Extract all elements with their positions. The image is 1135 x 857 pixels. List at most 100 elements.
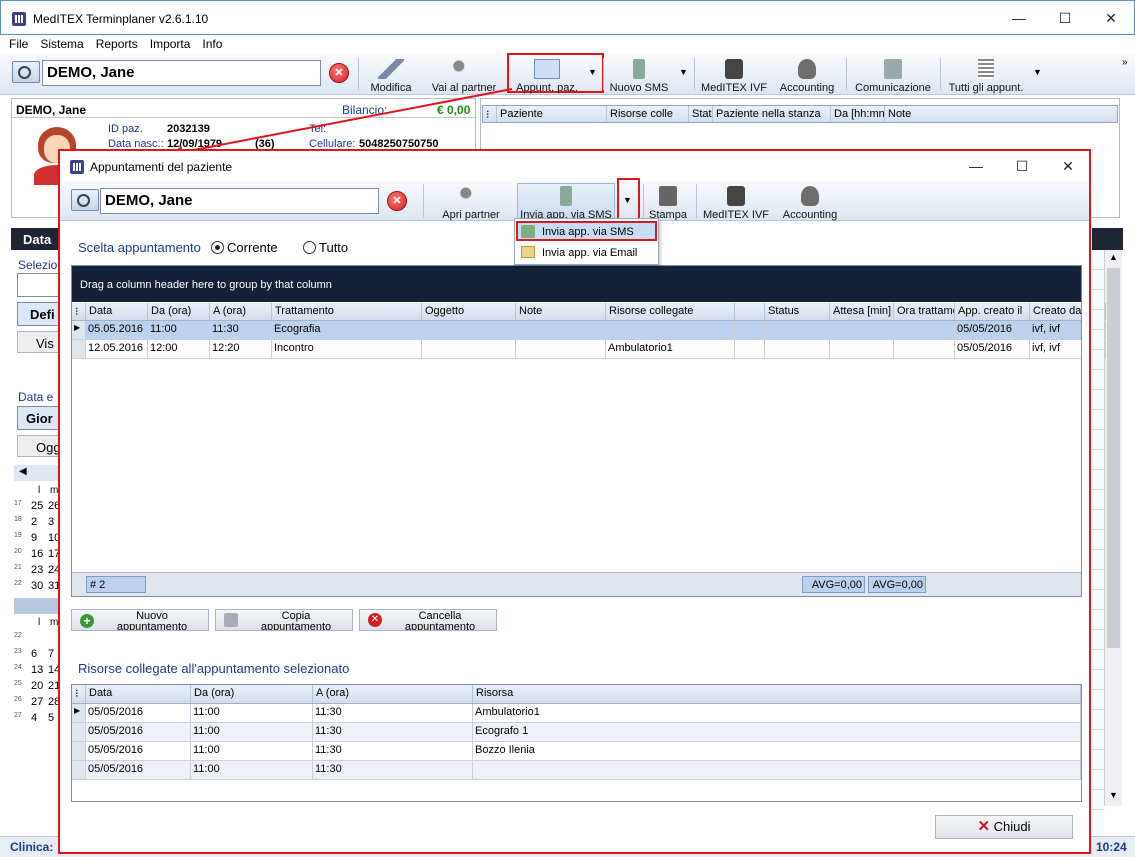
col-header[interactable]: Note [516, 303, 606, 320]
col-header[interactable]: Creato da [1030, 303, 1106, 320]
stampa-button[interactable]: Stampa [646, 186, 690, 221]
calendar-day[interactable]: 27 [31, 696, 43, 708]
radio-corrente[interactable] [211, 241, 224, 254]
scroll-thumb[interactable] [1107, 268, 1120, 648]
calendar-day[interactable]: 25 [31, 500, 43, 512]
resource-row[interactable]: ▶ 05/05/2016 11:00 11:30 Ambulatorio1 [72, 704, 1081, 723]
menu-reports[interactable]: Reports [91, 35, 143, 53]
nuovo-appuntamento-button[interactable]: + Nuovo appuntamento [71, 609, 209, 631]
col-note[interactable]: Note [885, 106, 1119, 122]
dialog-clear-icon[interactable]: ✕ [387, 191, 407, 211]
menu-item-invia-sms[interactable]: Invia app. via SMS [516, 221, 657, 241]
calendar-day[interactable]: 5 [48, 712, 54, 724]
col-header[interactable]: Attesa [min] [830, 303, 894, 320]
vis-button[interactable]: Vis [17, 331, 59, 353]
res-col-header[interactable]: Data [86, 685, 191, 703]
close-button[interactable]: ✕ [1088, 1, 1134, 35]
dialog-close-button[interactable]: ✕ [1045, 149, 1091, 183]
col-header[interactable]: Risorse collegate [606, 303, 735, 320]
menu-info[interactable]: Info [197, 35, 227, 53]
calendar-day[interactable]: 9 [31, 532, 37, 544]
col-header[interactable]: Data [86, 303, 148, 320]
vai-partner-button[interactable]: Vai al partner [428, 59, 500, 94]
res-col-header[interactable]: Risorsa [473, 685, 1081, 703]
table-row[interactable]: 12.05.2016 12:00 12:20 Incontro Ambulatorio1… [72, 340, 1106, 359]
menu-importa[interactable]: Importa [145, 35, 196, 53]
selezione-field[interactable] [17, 273, 59, 297]
minimize-button[interactable]: — [996, 1, 1042, 35]
radio-tutto[interactable] [303, 241, 316, 254]
tutti-appunt-button[interactable]: Tutti gli appunt. [946, 59, 1026, 94]
col-paziente-stanza[interactable]: Paziente nella stanza [713, 106, 831, 122]
toolbar-overflow-icon[interactable]: » [1122, 57, 1128, 68]
modifica-button[interactable]: Modifica [366, 59, 416, 94]
col-risorse[interactable]: Risorse colle [607, 106, 689, 122]
appunt-paz-button[interactable]: Appunt. paz. [512, 59, 582, 94]
col-header[interactable] [735, 303, 765, 320]
calendar-day[interactable]: 23 [31, 564, 43, 576]
sms-dropdown-arrow-icon[interactable]: ▼ [679, 67, 688, 77]
calendar-day[interactable]: 16 [31, 548, 43, 560]
dialog-patient-field[interactable]: DEMO, Jane [100, 188, 379, 214]
scroll-up-icon[interactable]: ▲ [1109, 252, 1118, 262]
scroll-down-icon[interactable]: ▼ [1109, 790, 1118, 800]
resource-row[interactable]: 05/05/2016 11:00 11:30 [72, 761, 1081, 780]
res-col-header[interactable]: A (ora) [313, 685, 473, 703]
col-paziente[interactable]: Paziente [497, 106, 607, 122]
calendar-day[interactable]: 7 [48, 648, 54, 660]
calendar-day[interactable]: 20 [31, 680, 43, 692]
maximize-button[interactable]: ☐ [1042, 1, 1088, 35]
invia-sms-button[interactable]: Invia app. via SMS [519, 186, 613, 221]
apri-partner-button[interactable]: Apri partner [436, 186, 506, 221]
invia-dropdown-arrow-icon[interactable]: ▼ [623, 195, 632, 205]
col-header[interactable]: App. creato il [955, 303, 1030, 320]
grid-menu-icon[interactable]: ⁝ [72, 303, 86, 320]
corrente-label[interactable]: Corrente [227, 240, 278, 255]
dialog-accounting-button[interactable]: Accounting [778, 186, 842, 221]
col-header[interactable]: Da (ora) [148, 303, 210, 320]
calendar-day[interactable]: 4 [31, 712, 37, 724]
calendar-day[interactable]: 6 [31, 648, 37, 660]
clear-patient-icon[interactable]: ✕ [329, 63, 349, 83]
col-header[interactable]: A (ora) [210, 303, 272, 320]
res-grid-menu-icon[interactable]: ⁝ [72, 685, 86, 703]
cal-prev-icon[interactable]: ◀ [19, 466, 27, 477]
menu-file[interactable]: File [4, 35, 33, 53]
patient-field[interactable]: DEMO, Jane [42, 60, 321, 86]
dialog-search-icon[interactable] [71, 189, 99, 211]
dialog-ivf-button[interactable]: MedITEX IVF [702, 186, 770, 221]
calendar-day[interactable]: 3 [48, 516, 54, 528]
col-header[interactable]: Trattamento [272, 303, 422, 320]
grid-menu-icon[interactable]: ⁝ [483, 106, 497, 122]
resource-row[interactable]: 05/05/2016 11:00 11:30 Ecografo 1 [72, 723, 1081, 742]
col-header[interactable]: Ora trattame [894, 303, 955, 320]
nuovo-sms-button[interactable]: Nuovo SMS [608, 59, 670, 94]
resource-row[interactable]: 05/05/2016 11:00 11:30 Bozzo Ilenia [72, 742, 1081, 761]
patient-search-icon[interactable] [12, 61, 40, 83]
oggi-button[interactable]: Ogg [17, 435, 61, 457]
col-header[interactable]: Oggetto [422, 303, 516, 320]
calendar-day[interactable]: 13 [31, 664, 43, 676]
dialog-minimize-button[interactable]: — [953, 149, 999, 183]
comunicazione-button[interactable]: Comunicazione [852, 59, 934, 94]
accounting-button[interactable]: Accounting [776, 59, 838, 94]
col-stat[interactable]: Stat [689, 106, 713, 122]
tutti-dropdown-arrow-icon[interactable]: ▼ [1033, 67, 1042, 77]
calendar-day[interactable]: 30 [31, 580, 43, 592]
meditex-ivf-button[interactable]: MedITEX IVF [700, 59, 768, 94]
tutto-label[interactable]: Tutto [319, 240, 348, 255]
data-tab[interactable]: Data [11, 228, 59, 250]
res-col-header[interactable]: Da (ora) [191, 685, 313, 703]
giorno-button[interactable]: Gior [17, 406, 59, 430]
main-scrollbar[interactable]: ▲ ▼ [1104, 250, 1122, 806]
col-header[interactable]: Status [765, 303, 830, 320]
chiudi-button[interactable]: ✕ Chiudi [935, 815, 1073, 839]
dialog-maximize-button[interactable]: ☐ [999, 149, 1045, 183]
menu-sistema[interactable]: Sistema [35, 35, 88, 53]
col-da[interactable]: Da [hh:mn [831, 106, 885, 122]
menu-item-invia-email[interactable]: Invia app. via Email [516, 243, 657, 263]
cancella-appuntamento-button[interactable]: ✕ Cancella appuntamento [359, 609, 497, 631]
definisci-button[interactable]: Defi [17, 302, 59, 326]
table-row[interactable]: ▶ 05.05.2016 11:00 11:30 Ecografia 05/05/2016… [72, 321, 1106, 340]
calendar-day[interactable]: 2 [31, 516, 37, 528]
